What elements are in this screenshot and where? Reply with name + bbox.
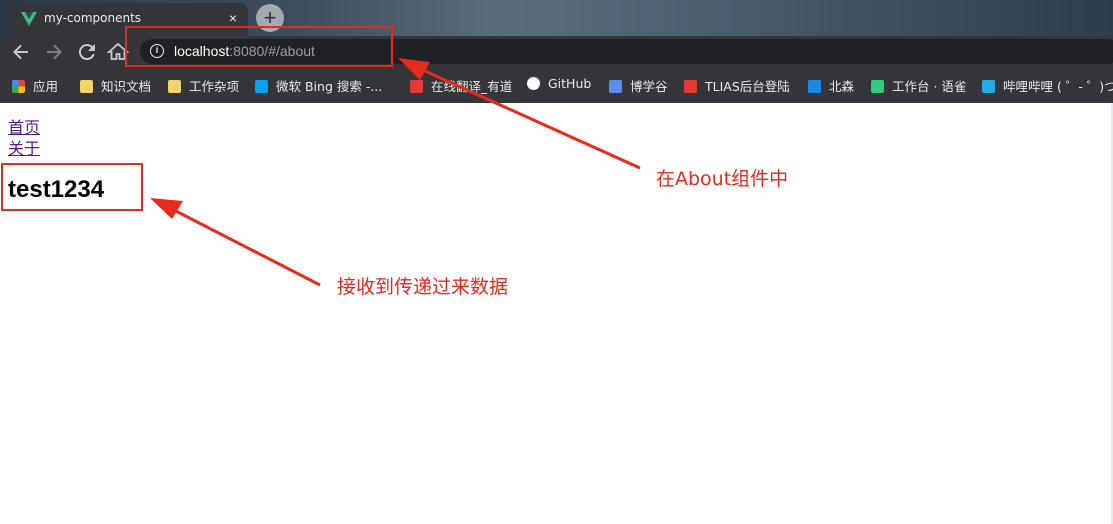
bookmark-bing[interactable]: 微软 Bing 搜索 -... [255,76,382,94]
bookmark-tlias[interactable]: TLIAS后台登陆 [684,76,790,94]
bookmark-label: 微软 Bing 搜索 -... [276,79,383,94]
bookmark-github[interactable]: GitHub [527,76,591,94]
bookmark-label: 博学谷 [630,79,668,94]
tlias-icon [684,80,697,93]
yuque-icon [871,80,884,93]
annotation-received-data: 接收到传递过来数据 [337,276,509,298]
bookmark-label: 哔哩哔哩 ( ゜- ゜)つ... [1003,79,1113,94]
folder-icon [168,80,181,93]
annotation-about-component: 在About组件中 [656,168,789,190]
back-icon[interactable] [9,40,33,64]
bookmark-apps[interactable]: 应用 [12,76,58,94]
nav-link-about[interactable]: 关于 [8,135,40,159]
bookmark-label: 工作台 · 语雀 [892,79,967,94]
apps-grid-icon [12,80,25,93]
bookmark-label: 工作杂项 [189,79,240,94]
bing-icon [255,80,268,93]
youdao-icon [410,80,423,93]
heading-highlight-box [1,163,143,211]
boxuegu-icon [609,80,622,93]
bookmark-label: 知识文档 [101,79,152,94]
beisen-icon [808,80,821,93]
page-content [0,103,1113,524]
folder-icon [80,80,93,93]
bookmark-yuque[interactable]: 工作台 · 语雀 [871,76,966,94]
tab-close-icon[interactable]: × [224,9,242,27]
forward-icon[interactable] [42,40,66,64]
bookmark-bilibili[interactable]: 哔哩哔哩 ( ゜- ゜)つ... [982,76,1113,94]
bookmark-label: GitHub [548,76,592,91]
bilibili-icon [982,80,995,93]
bookmark-label: 在线翻译_有道 [431,79,513,94]
bookmark-label: 北森 [829,79,855,94]
github-icon [527,77,540,90]
bookmark-knowledge-docs[interactable]: 知识文档 [80,76,151,94]
reload-icon[interactable] [75,40,99,64]
bookmark-boxuegu[interactable]: 博学谷 [609,76,668,94]
bookmark-youdao[interactable]: 在线翻译_有道 [410,76,512,94]
bookmark-label: 应用 [33,79,59,94]
tab-title: my-components [44,11,142,25]
bookmark-work-misc[interactable]: 工作杂项 [168,76,239,94]
bookmark-label: TLIAS后台登陆 [705,79,790,94]
vue-logo-icon [21,12,37,26]
bookmark-beisen[interactable]: 北森 [808,76,854,94]
url-highlight-box [125,26,393,67]
bookmarks-bar: 应用 知识文档 工作杂项 微软 Bing 搜索 -... 在线翻译_有道 Git… [0,67,1113,103]
